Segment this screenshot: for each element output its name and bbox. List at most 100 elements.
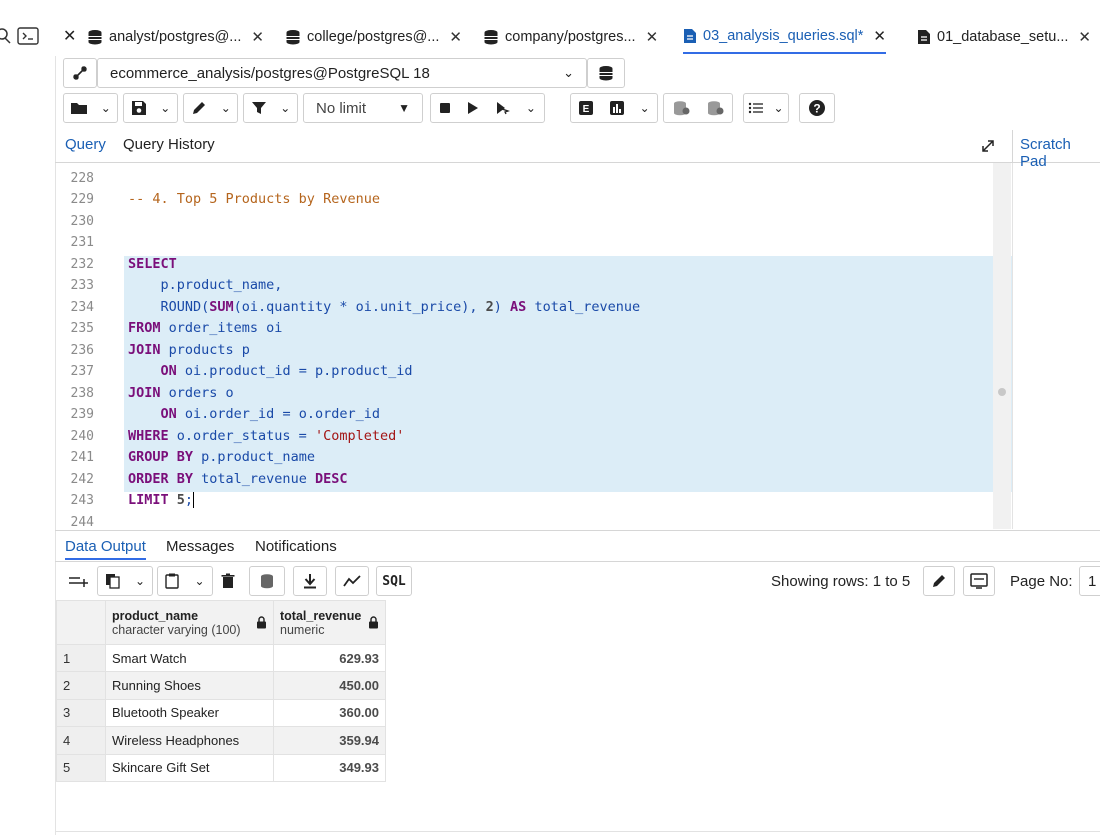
line-number: 243 (70, 493, 94, 508)
output-toolbar: ⌄ ⌄ SQL Showing rows: 1 to 5 Page No: 1 (55, 564, 1100, 600)
tab-query[interactable]: Query (65, 136, 106, 153)
cell-product-name[interactable]: Skincare Gift Set (105, 753, 274, 782)
scrollbar-thumb[interactable] (998, 388, 1006, 396)
line-number-gutter: 228 229 230 231 232 233 234 235 236 237 … (56, 163, 102, 529)
table-row[interactable]: 3 Bluetooth Speaker 360.00 (56, 698, 386, 728)
cell-product-name[interactable]: Smart Watch (105, 643, 274, 673)
tab-analyst[interactable]: analyst/postgres@... ✕ (87, 20, 264, 54)
cell-product-name[interactable]: Bluetooth Speaker (105, 698, 274, 728)
sql-editor[interactable]: 228 229 230 231 232 233 234 235 236 237 … (56, 163, 1012, 529)
close-all-icon[interactable]: ✕ (63, 26, 76, 46)
tab-notifications[interactable]: Notifications (255, 538, 337, 555)
column-header-product-name[interactable]: product_name character varying (100) (105, 600, 274, 645)
row-number[interactable]: 3 (56, 698, 106, 728)
table-row[interactable]: 4 Wireless Headphones 359.94 (56, 726, 386, 755)
line-number: 237 (70, 364, 94, 379)
editor-scrollbar[interactable] (993, 163, 1011, 529)
edit-button[interactable]: ⌄ (183, 93, 238, 123)
close-icon[interactable]: ✕ (1078, 28, 1091, 46)
commit-icon[interactable] (672, 100, 690, 116)
tab-analysis-queries[interactable]: 03_analysis_queries.sql* ✕ (683, 20, 886, 54)
execute-icon[interactable] (467, 101, 479, 115)
table-row[interactable]: 2 Running Shoes 450.00 (56, 671, 386, 700)
tab-messages[interactable]: Messages (166, 538, 234, 555)
filter-icon (251, 100, 267, 116)
search-icon[interactable] (0, 27, 12, 45)
row-number[interactable]: 5 (56, 753, 106, 782)
code-line-240: WHERE o.order_status = 'Completed' (128, 428, 405, 444)
chevron-down-icon[interactable]: ⌄ (526, 101, 536, 115)
copy-button[interactable]: ⌄ (97, 566, 153, 596)
close-icon[interactable]: ✕ (251, 28, 264, 46)
table-row[interactable]: 1 Smart Watch 629.93 (56, 643, 386, 673)
paste-button[interactable]: ⌄ (157, 566, 213, 596)
table-row[interactable]: 5 Skincare Gift Set 349.93 (56, 753, 386, 782)
limit-select[interactable]: No limit ▼ (303, 93, 423, 123)
save-results-button[interactable] (249, 566, 285, 596)
tab-data-output[interactable]: Data Output (65, 538, 146, 560)
download-button[interactable] (293, 566, 327, 596)
filter-button[interactable]: ⌄ (243, 93, 298, 123)
connection-status-icon[interactable] (63, 58, 97, 88)
open-file-button[interactable]: ⌄ (63, 93, 118, 123)
left-panel-strip (0, 0, 55, 835)
database-icon (483, 29, 499, 45)
tab-college[interactable]: college/postgres@... ✕ (285, 20, 462, 54)
help-button[interactable]: ? (799, 93, 835, 123)
terminal-icon[interactable] (17, 27, 39, 45)
row-number[interactable]: 4 (56, 726, 106, 755)
cell-product-name[interactable]: Running Shoes (105, 671, 274, 700)
row-header-corner[interactable] (56, 600, 106, 645)
explain-icon[interactable]: E (578, 100, 594, 116)
tab-company[interactable]: company/postgres... ✕ (483, 20, 658, 54)
explain-controls: E ⌄ (570, 93, 658, 123)
delete-button[interactable] (215, 566, 241, 596)
tab-database-setup[interactable]: 01_database_setu... ✕ (917, 20, 1091, 54)
connection-label: ecommerce_analysis/postgres@PostgreSQL 1… (110, 64, 430, 82)
connection-select[interactable]: ecommerce_analysis/postgres@PostgreSQL 1… (97, 58, 587, 88)
file-icon (683, 28, 697, 44)
sql-button[interactable]: SQL (376, 566, 412, 596)
database-icon (598, 65, 614, 81)
code-line-235: FROM order_items oi (128, 320, 283, 336)
row-number[interactable]: 2 (56, 671, 106, 700)
close-icon[interactable]: ✕ (449, 28, 462, 46)
cell-total-revenue[interactable]: 629.93 (273, 643, 386, 673)
scratch-pad-panel[interactable] (1012, 163, 1100, 529)
page-no-input[interactable]: 1 (1079, 566, 1100, 596)
explain-analyze-icon[interactable] (609, 100, 625, 116)
new-connection-button[interactable] (587, 58, 625, 88)
chevron-down-icon: ⌄ (563, 65, 574, 80)
line-number: 234 (70, 300, 94, 315)
page-settings-button[interactable] (963, 566, 995, 596)
stop-icon[interactable] (439, 102, 451, 114)
clipboard-icon (165, 573, 180, 589)
column-type: numeric (280, 622, 325, 637)
add-row-button[interactable] (61, 566, 95, 596)
row-number[interactable]: 1 (56, 643, 106, 673)
rollback-icon[interactable] (706, 100, 724, 116)
execute-script-icon[interactable] (496, 101, 510, 115)
column-header-total-revenue[interactable]: total_revenue numeric (273, 600, 386, 645)
cell-total-revenue[interactable]: 360.00 (273, 698, 386, 728)
close-icon[interactable]: ✕ (646, 28, 659, 46)
svg-text:E: E (583, 104, 590, 115)
cell-total-revenue[interactable]: 359.94 (273, 726, 386, 755)
cell-total-revenue[interactable]: 349.93 (273, 753, 386, 782)
close-icon[interactable]: ✕ (873, 27, 886, 45)
edit-rows-button[interactable] (923, 566, 955, 596)
cell-total-revenue[interactable]: 450.00 (273, 671, 386, 700)
tab-query-history[interactable]: Query History (123, 136, 215, 153)
line-number: 239 (70, 407, 94, 422)
cell-product-name[interactable]: Wireless Headphones (105, 726, 274, 755)
line-number: 232 (70, 257, 94, 272)
chevron-down-icon[interactable]: ⌄ (640, 101, 650, 115)
line-number: 230 (70, 214, 94, 229)
expand-icon[interactable] (980, 138, 996, 154)
graph-visualiser-button[interactable] (335, 566, 369, 596)
save-button[interactable]: ⌄ (123, 93, 178, 123)
copy-icon (105, 573, 121, 589)
execution-controls: ⌄ (430, 93, 545, 123)
file-icon (917, 29, 931, 45)
macros-button[interactable]: ⌄ (743, 93, 789, 123)
